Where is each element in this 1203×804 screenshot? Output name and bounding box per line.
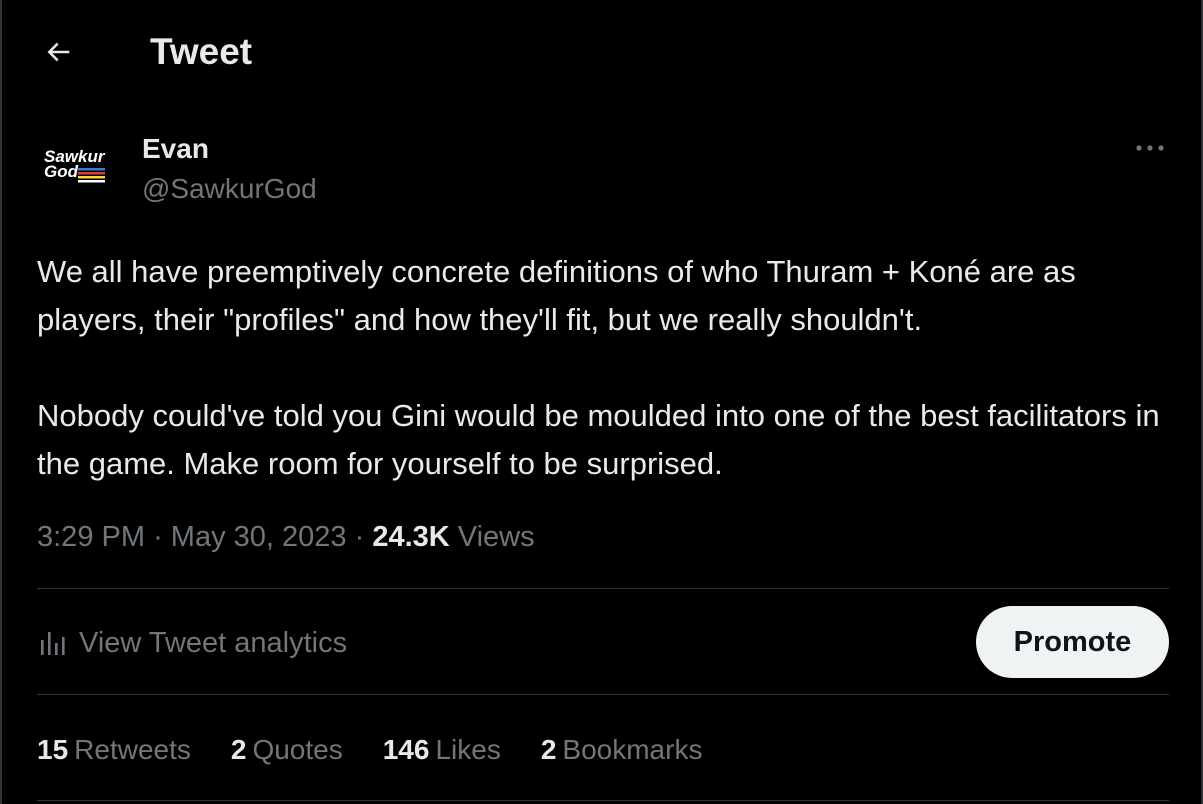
author-name[interactable]: Evan	[142, 132, 209, 166]
sawkurgod-logo: Sawkur God	[44, 147, 106, 183]
tweet-date[interactable]: May 30, 2023	[171, 521, 347, 553]
stat-count: 2	[540, 734, 557, 765]
avatar[interactable]: Sawkur God	[40, 143, 112, 191]
tweet-time[interactable]: 3:29 PM	[37, 521, 145, 553]
page-header: Tweet	[0, 0, 1203, 100]
stat-count: 2	[230, 734, 247, 765]
stat-label: Bookmarks	[562, 734, 703, 765]
back-button[interactable]	[36, 30, 80, 74]
more-dots-icon	[1136, 145, 1164, 151]
stat-label: Quotes	[252, 734, 343, 765]
tweet-paragraph: We all have preemptively concrete defini…	[37, 254, 1076, 337]
meta-separator: ·	[354, 521, 365, 553]
likes-stat[interactable]: 146 Likes	[383, 734, 501, 766]
view-analytics-label: View Tweet analytics	[79, 626, 348, 659]
tweet-meta: 3:29 PM · May 30, 2023 · 24.3K Views	[37, 517, 535, 557]
stat-label: Retweets	[74, 734, 191, 765]
svg-text:God: God	[44, 162, 79, 181]
quotes-stat[interactable]: 2 Quotes	[231, 734, 343, 766]
stat-count: 15	[37, 734, 69, 765]
retweets-stat[interactable]: 15 Retweets	[37, 734, 191, 766]
more-options-button[interactable]	[1128, 132, 1172, 164]
page-title: Tweet	[150, 31, 253, 72]
analytics-bars-icon	[41, 632, 65, 655]
stat-count: 146	[382, 734, 430, 765]
views-count: 24.3K	[372, 521, 450, 553]
divider	[37, 694, 1169, 695]
view-analytics-link[interactable]: View Tweet analytics	[37, 620, 347, 666]
stat-label: Likes	[435, 734, 501, 765]
promote-button[interactable]: Promote	[976, 606, 1169, 678]
divider	[37, 588, 1169, 589]
author-handle[interactable]: @SawkurGod	[142, 172, 317, 206]
tweet-stats: 15 Retweets 2 Quotes 146 Likes 2 Bookmarks	[37, 730, 742, 770]
views-label: Views	[457, 521, 535, 553]
tweet-paragraph: Nobody could've told you Gini would be m…	[37, 398, 1160, 481]
meta-separator: ·	[153, 521, 163, 553]
arrow-left-icon	[47, 42, 70, 62]
bookmarks-stat[interactable]: 2 Bookmarks	[541, 734, 703, 766]
divider	[37, 800, 1169, 801]
frame-border-left	[0, 0, 2, 804]
tweet-text: We all have preemptively concrete defini…	[37, 248, 1177, 488]
